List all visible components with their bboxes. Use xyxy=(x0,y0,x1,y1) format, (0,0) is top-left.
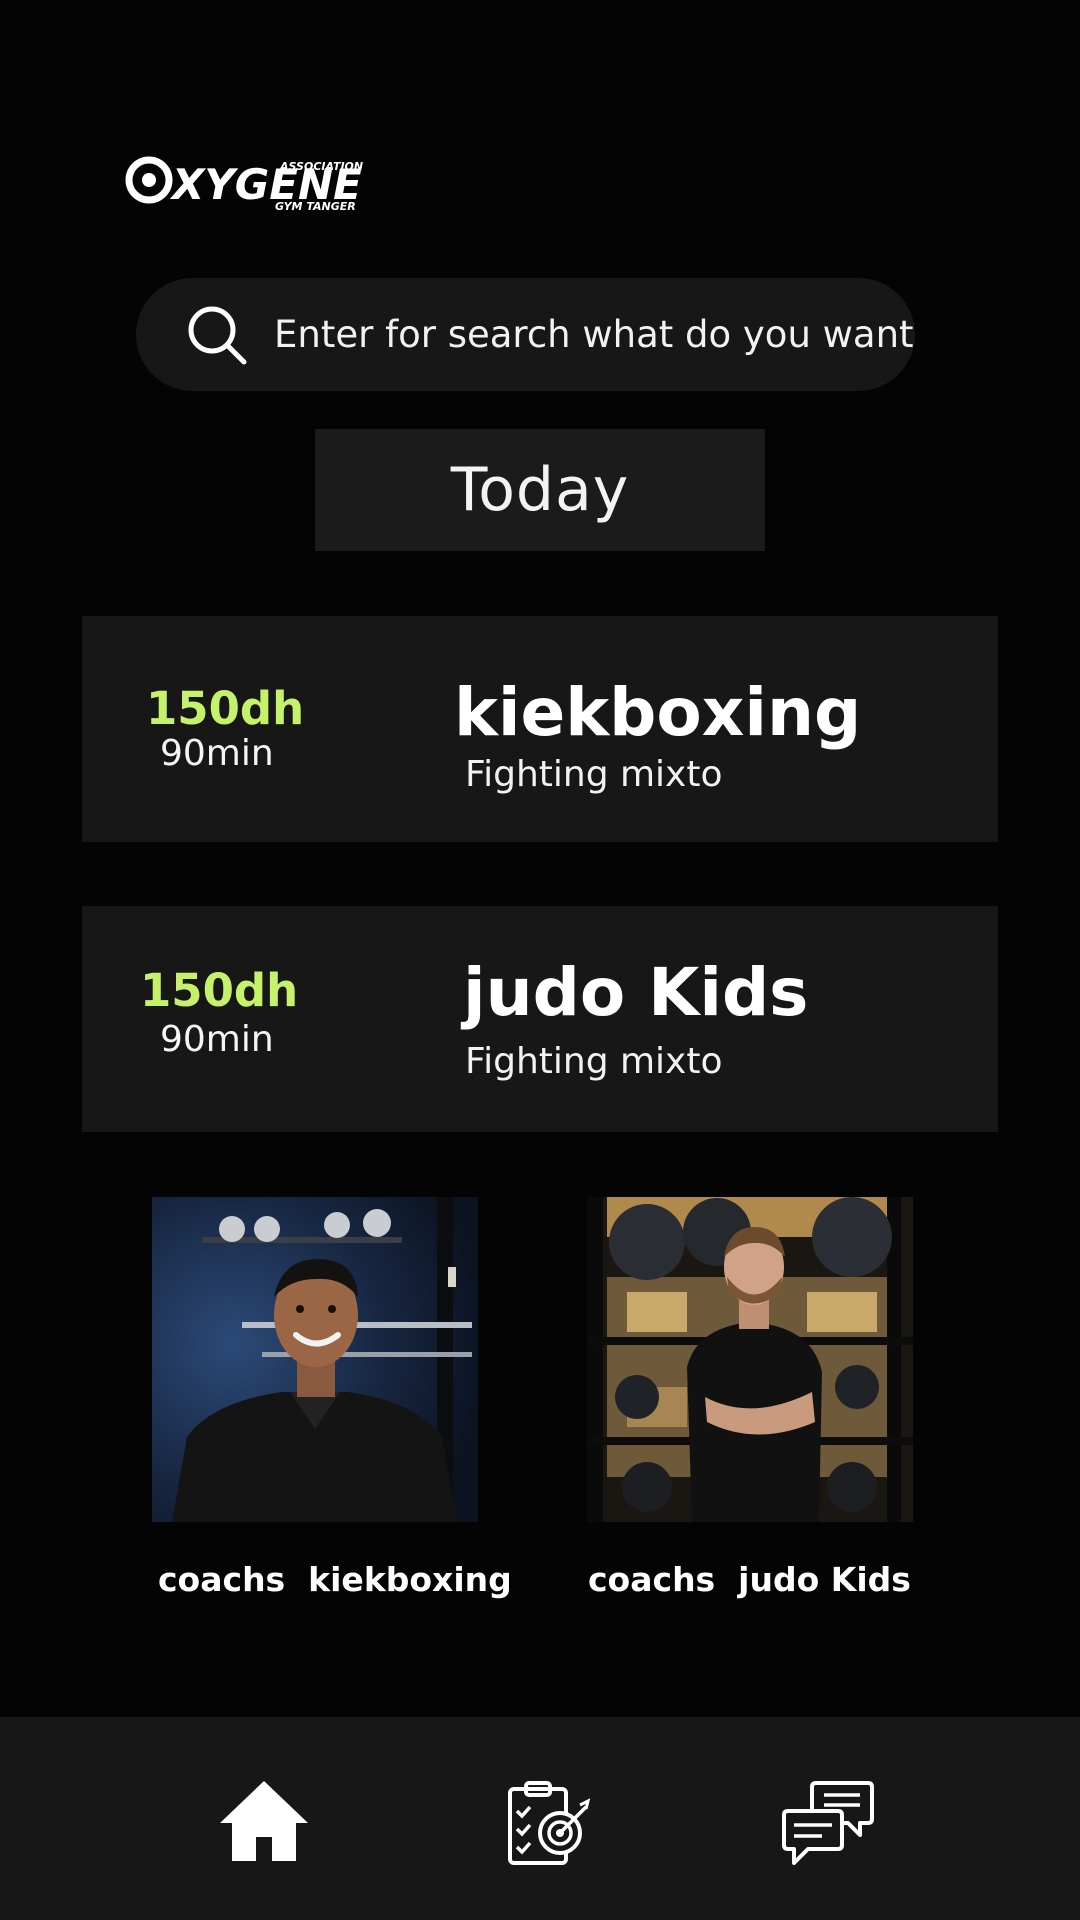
coach-photo-kiekboxing[interactable] xyxy=(152,1197,478,1522)
class-price: 150dh xyxy=(146,682,305,735)
class-price: 150dh xyxy=(140,964,299,1017)
coach-label-judo-kids[interactable]: coachs judo Kids xyxy=(588,1560,911,1599)
tab-today[interactable]: Today xyxy=(315,429,765,551)
home-icon xyxy=(220,1781,308,1861)
nav-chat-button[interactable] xyxy=(780,1775,876,1871)
class-type: Fighting mixto xyxy=(465,754,723,795)
svg-text:GYM TANGER: GYM TANGER xyxy=(275,200,356,213)
class-name: kiekboxing xyxy=(454,674,862,751)
nav-home-button[interactable] xyxy=(216,1775,312,1871)
class-duration: 90min xyxy=(160,733,274,774)
goals-clipboard-icon xyxy=(508,1781,591,1865)
class-name: judo Kids xyxy=(463,954,809,1031)
search-bar[interactable] xyxy=(136,278,915,391)
nav-goals-button[interactable] xyxy=(500,1775,596,1871)
search-input[interactable] xyxy=(274,313,914,356)
bottom-nav xyxy=(0,1717,1080,1920)
class-card-kiekboxing[interactable]: 150dh 90min kiekboxing Fighting mixto xyxy=(82,616,998,842)
svg-text:ASSOCIATION: ASSOCIATION xyxy=(279,160,363,173)
coach-photo-judo-kids[interactable] xyxy=(587,1197,913,1522)
coach-label-kiekboxing[interactable]: coachs kiekboxing xyxy=(158,1560,512,1599)
class-duration: 90min xyxy=(160,1019,274,1060)
app-screen: XYGENE ASSOCIATION GYM TANGER Today 150d… xyxy=(0,0,1080,1920)
search-icon xyxy=(186,304,248,366)
class-type: Fighting mixto xyxy=(465,1041,723,1082)
gym-logo: XYGENE ASSOCIATION GYM TANGER xyxy=(125,150,385,220)
class-card-judo-kids[interactable]: 150dh 90min judo Kids Fighting mixto xyxy=(82,906,998,1132)
chat-icon xyxy=(782,1781,874,1865)
